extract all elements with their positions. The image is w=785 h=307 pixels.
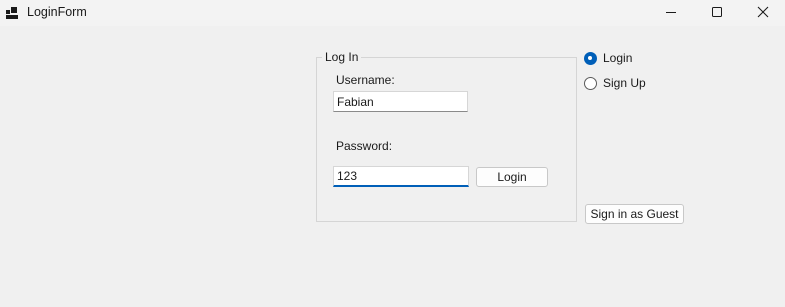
radio-login[interactable]: Login [584,51,632,65]
radio-selected-icon[interactable] [584,51,597,65]
maximize-button[interactable] [694,0,740,26]
close-icon [757,6,769,21]
username-label: Username: [336,73,395,87]
radio-sign-up-label: Sign Up [603,76,646,90]
title-bar[interactable]: LoginForm [0,0,785,26]
radio-login-label: Login [603,51,633,65]
password-input[interactable] [333,166,469,187]
window-title: LoginForm [27,5,87,19]
minimize-button[interactable] [648,0,694,26]
window-app-icon [6,7,20,19]
groupbox-legend: Log In [322,50,362,64]
minimize-icon [665,6,677,21]
sign-in-as-guest-button[interactable]: Sign in as Guest [585,204,684,224]
password-label: Password: [336,139,393,153]
close-button[interactable] [740,0,785,26]
maximize-icon [711,6,723,21]
radio-sign-up[interactable]: Sign Up [584,76,646,90]
radio-unselected-icon[interactable] [584,76,597,90]
username-input[interactable] [333,91,468,112]
login-button[interactable]: Login [476,167,548,187]
